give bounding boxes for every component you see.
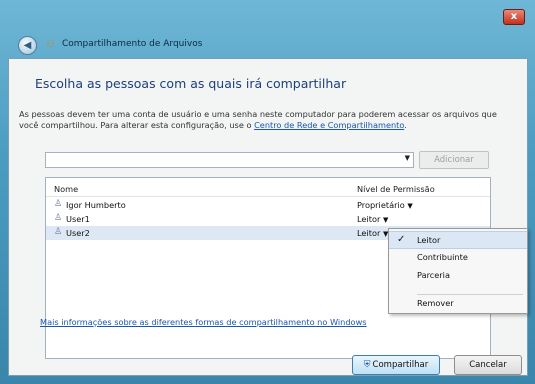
back-arrow-icon[interactable]: ◀ [18,36,37,55]
permission-menu: ✓ Leitor Contribuinte Parceria Remover [388,228,528,314]
permission-dropdown[interactable]: Leitor ▼ [357,214,388,224]
menu-item-leitor[interactable]: ✓ Leitor [389,231,527,249]
add-button[interactable]: Adicionar [419,151,489,169]
cancel-button[interactable]: Cancelar [454,355,522,375]
user-name: User1 [66,214,90,224]
menu-item-label: Remover [417,298,454,308]
menu-item-parceria[interactable]: Parceria [389,267,527,283]
user-name: Igor Humberto [66,200,126,210]
user-combo-box[interactable]: ▼ [45,152,414,168]
chevron-down-icon[interactable]: ▼ [405,154,410,162]
header-divider [46,196,490,197]
table-row[interactable]: ♙ Igor Humberto Proprietário ▼ [46,198,490,212]
network-center-link[interactable]: Centro de Rede e Compartilhamento [254,120,404,130]
menu-item-contribuinte[interactable]: Contribuinte [389,249,527,265]
permission-dropdown[interactable]: Leitor ▼ [357,228,388,238]
close-button[interactable]: x [503,9,525,25]
shield-icon: ⛨ [363,360,371,370]
user-icon: ♙ [54,199,63,209]
more-info-link[interactable]: Mais informações sobre as diferentes for… [40,317,367,327]
user-name: User2 [66,228,90,238]
user-icon: ♙ [54,213,63,223]
dropdown-arrow-icon[interactable]: ▼ [407,202,412,210]
description-text: As pessoas devem ter uma conta de usuári… [19,109,497,130]
user-icon: ♙ [54,227,63,237]
check-icon: ✓ [397,234,406,245]
dialog-content: Escolha as pessoas com as quais irá comp… [8,58,528,376]
page-heading: Escolha as pessoas com as quais irá comp… [35,76,347,91]
menu-item-label: Parceria [417,270,450,280]
column-header-permission[interactable]: Nível de Permissão [357,184,435,194]
dropdown-arrow-icon[interactable]: ▼ [383,216,388,224]
menu-item-label: Leitor [417,235,441,245]
share-button[interactable]: ⛨ Compartilhar [352,355,440,375]
permission-dropdown[interactable]: Proprietário ▼ [357,200,413,210]
column-header-name[interactable]: Nome [54,184,78,194]
menu-item-label: Contribuinte [417,252,468,262]
window-title: Compartilhamento de Arquivos [62,39,203,49]
share-folder-icon: ⚇ [46,39,55,50]
menu-item-remover[interactable]: Remover [389,295,527,311]
share-button-label: Compartilhar [372,360,429,370]
table-row[interactable]: ♙ User1 Leitor ▼ [46,212,490,226]
